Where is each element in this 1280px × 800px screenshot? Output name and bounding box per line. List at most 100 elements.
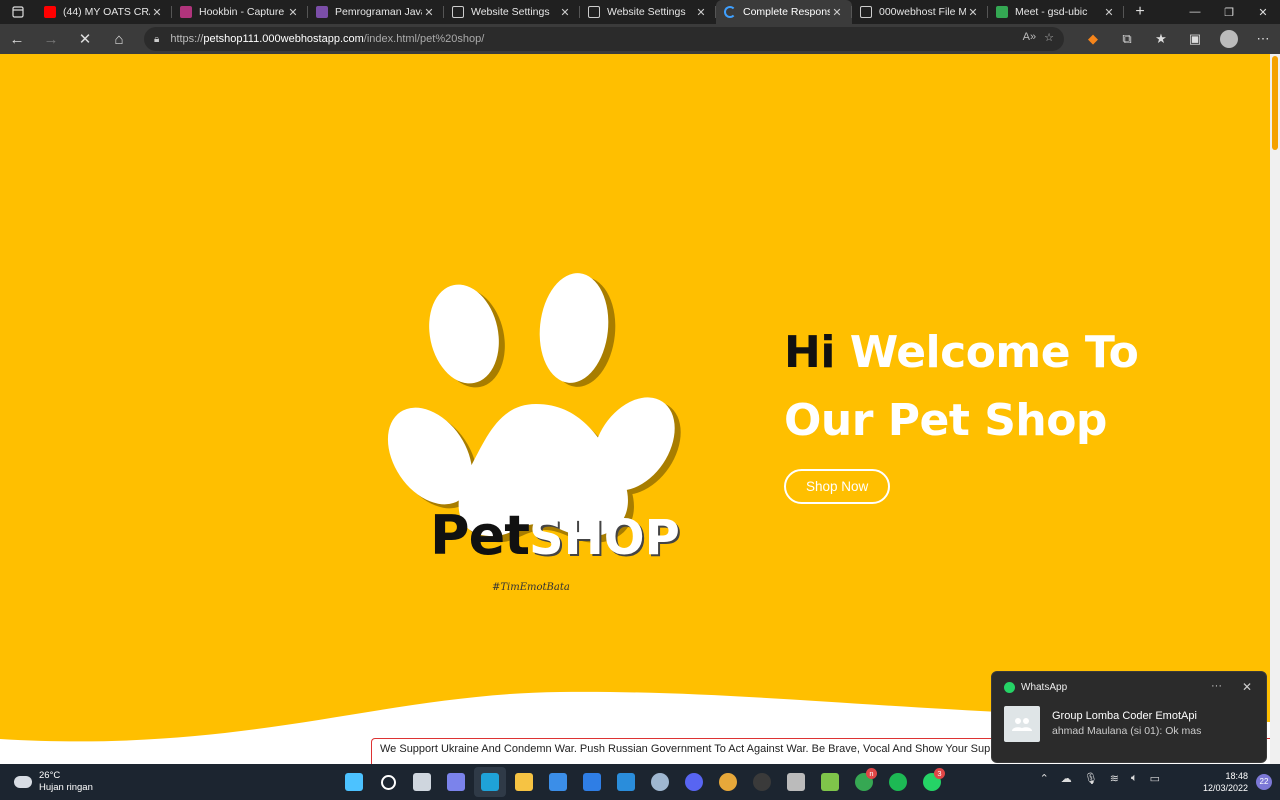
read-aloud-icon[interactable]: A»: [1023, 31, 1036, 44]
tab-close-icon[interactable]: ✕: [694, 6, 708, 19]
obs-icon[interactable]: [746, 767, 778, 797]
logo-text-shop: SHOP: [529, 510, 680, 566]
tab-label: Website Settings: [471, 6, 550, 18]
loading-icon: [724, 6, 736, 18]
toast-message: ahmad Maulana (si 01): Ok mas: [1052, 725, 1202, 737]
new-tab-button[interactable]: +: [1128, 3, 1152, 21]
app-glyph: [753, 773, 771, 791]
file-explorer-icon[interactable]: [508, 767, 540, 797]
chrome-profile-icon[interactable]: n: [848, 767, 880, 797]
settings-more-icon[interactable]: ⋯: [1246, 31, 1280, 47]
wifi-icon[interactable]: ≋: [1110, 772, 1119, 785]
app-glyph: [515, 773, 533, 791]
tab-label: Website Settings: [607, 6, 686, 18]
shop-now-button[interactable]: Shop Now: [784, 469, 891, 504]
toast-close-icon[interactable]: ✕: [1242, 680, 1252, 694]
stop-loading-icon[interactable]: ✕: [68, 24, 102, 54]
metamask-icon[interactable]: ◆: [1076, 31, 1110, 47]
chrome-icon[interactable]: [712, 767, 744, 797]
clock-date: 12/03/2022: [1202, 783, 1248, 793]
whatsapp-notification[interactable]: WhatsApp ··· ✕ Group Lomba Coder EmotApi…: [991, 671, 1267, 763]
profile-avatar[interactable]: [1220, 30, 1238, 48]
tab-label: Complete Responsiv: [743, 6, 830, 18]
weather-widget[interactable]: 26°C Hujan ringan: [14, 770, 93, 794]
system-tray: ⌃ ☁ 🎙︎ ≋ 🔈︎ ▭: [1040, 772, 1160, 785]
back-icon[interactable]: ←: [0, 24, 34, 54]
scrollbar-thumb[interactable]: [1272, 56, 1278, 150]
logo-tagline: #TimEmotBata: [492, 582, 570, 593]
vscode-icon[interactable]: [610, 767, 642, 797]
address-bar[interactable]: 🔒︎ https://petshop111.000webhostapp.com /…: [144, 27, 1064, 51]
store-icon[interactable]: [542, 767, 574, 797]
extensions-icon[interactable]: ⧉: [1110, 31, 1144, 47]
browser-tab[interactable]: (44) MY OATS CRACK✕: [36, 0, 172, 24]
browser-tab[interactable]: Hookbin - Capture a ✕: [172, 0, 308, 24]
start-icon[interactable]: [338, 767, 370, 797]
weather-condition: Hujan ringan: [39, 782, 93, 793]
group-avatar-icon: [1004, 706, 1040, 742]
browser-tab[interactable]: Website Settings ✕: [444, 0, 580, 24]
minimize-icon[interactable]: —: [1178, 0, 1212, 24]
whatsapp-icon[interactable]: 3: [916, 767, 948, 797]
tab-close-icon[interactable]: ✕: [286, 6, 300, 19]
teams-chat-icon[interactable]: [440, 767, 472, 797]
clock-time: 18:48: [1225, 771, 1248, 781]
url-scheme: https://: [170, 33, 204, 45]
tab-close-icon[interactable]: ✕: [830, 6, 844, 19]
app-glyph: [345, 773, 363, 791]
url-host: petshop111.000webhostapp.com: [203, 33, 364, 45]
weather-temperature: 26°C: [39, 770, 61, 781]
mail-icon[interactable]: [576, 767, 608, 797]
hero-heading: Hi Welcome To Our Pet Shop: [784, 319, 1139, 455]
tab-label: (44) MY OATS CRACK: [63, 6, 150, 18]
forward-icon[interactable]: →: [34, 24, 68, 54]
window-controls: — ❐ ✕: [1178, 0, 1280, 24]
page-icon: [860, 6, 872, 18]
tab-close-icon[interactable]: ✕: [422, 6, 436, 19]
lock-icon[interactable]: 🔒︎: [154, 34, 159, 45]
restore-icon[interactable]: ❐: [1212, 0, 1246, 24]
clock[interactable]: 18:48 12/03/2022: [1203, 770, 1248, 794]
tab-close-icon[interactable]: ✕: [1102, 6, 1116, 19]
hero-hi: Hi: [784, 327, 835, 378]
browser-tab[interactable]: Meet - gsd-ubic ✕: [988, 0, 1124, 24]
home-icon[interactable]: ⌂: [102, 24, 136, 54]
tab-actions-icon[interactable]: [0, 0, 36, 24]
page-scrollbar[interactable]: [1270, 54, 1280, 764]
chevron-up-icon[interactable]: ⌃: [1040, 772, 1049, 785]
app-glyph: [889, 773, 907, 791]
volume-icon[interactable]: 🔈︎: [1131, 772, 1138, 785]
browser-tab[interactable]: Website Settings ✕: [580, 0, 716, 24]
hero-line1: Welcome To: [834, 327, 1139, 378]
tab-close-icon[interactable]: ✕: [558, 6, 572, 19]
hero-text: Hi Welcome To Our Pet Shop Shop Now: [784, 319, 1139, 504]
add-favorite-icon[interactable]: ☆: [1044, 31, 1054, 44]
favorites-icon[interactable]: ★: [1144, 31, 1178, 47]
notepad-icon[interactable]: [814, 767, 846, 797]
tab-close-icon[interactable]: ✕: [966, 6, 980, 19]
battery-icon[interactable]: ▭: [1150, 772, 1160, 785]
app-glyph: [719, 773, 737, 791]
onedrive-icon[interactable]: ☁: [1061, 772, 1072, 785]
browser-tab[interactable]: Complete Responsiv✕: [716, 0, 852, 24]
app-glyph: [481, 773, 499, 791]
app-glyph: [617, 773, 635, 791]
browser-tab[interactable]: 000webhost File Ma ✕: [852, 0, 988, 24]
spotify-icon[interactable]: [882, 767, 914, 797]
app-badge: 3: [934, 768, 945, 779]
edge-icon[interactable]: [474, 767, 506, 797]
close-window-icon[interactable]: ✕: [1246, 0, 1280, 24]
microphone-icon[interactable]: 🎙︎: [1084, 772, 1098, 785]
browser-tab[interactable]: Pemrograman JavaS✕: [308, 0, 444, 24]
task-view-icon[interactable]: [406, 767, 438, 797]
toast-more-icon[interactable]: ···: [1211, 680, 1222, 692]
tab-close-icon[interactable]: ✕: [150, 6, 164, 19]
discord-icon[interactable]: [678, 767, 710, 797]
search-icon[interactable]: [372, 767, 404, 797]
collections-icon[interactable]: ▣: [1178, 31, 1212, 47]
page-icon: [452, 6, 464, 18]
notification-center-badge[interactable]: 22: [1256, 774, 1272, 790]
steam-icon[interactable]: [644, 767, 676, 797]
tab-label: 000webhost File Ma: [879, 6, 966, 18]
typora-icon[interactable]: [780, 767, 812, 797]
